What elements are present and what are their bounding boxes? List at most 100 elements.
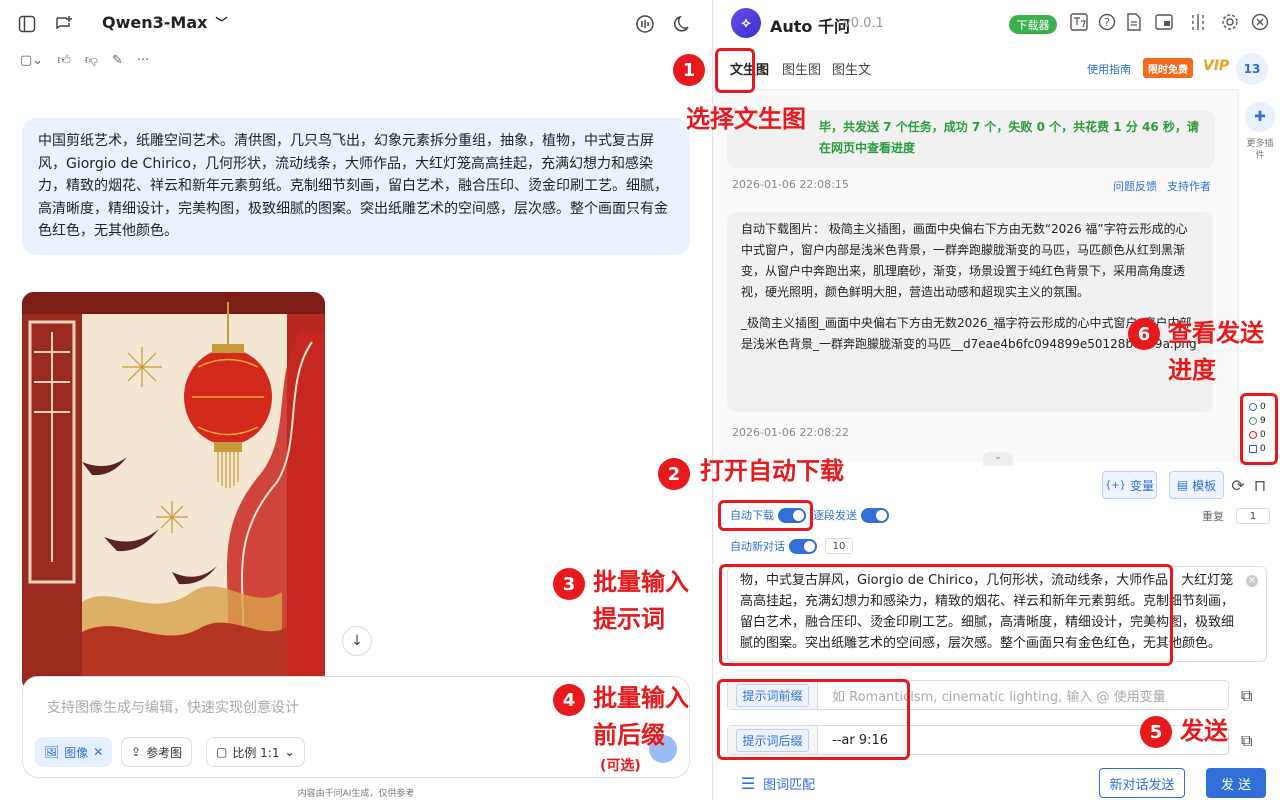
reference-image-button[interactable]: ⇪ 参考图 [121, 737, 193, 767]
guide-link[interactable]: 使用指南 [1087, 61, 1131, 77]
ratio-selector[interactable]: ▢ 比例 1:1 ⌄ [206, 737, 305, 767]
error-icon [1249, 431, 1257, 439]
chevron-down-icon: ⌄ [284, 745, 295, 759]
note-affix-2: 前后缀 [593, 721, 665, 749]
lock-icon[interactable]: ⊓ [1250, 475, 1270, 495]
refresh-icon[interactable]: ⟳ [1228, 475, 1248, 495]
template-label: 模板 [1192, 478, 1217, 493]
tab-image-to-text[interactable]: 图生文 [832, 59, 871, 78]
note-progress-1: 查看发送 [1168, 319, 1264, 347]
suffix-input[interactable]: --ar 9:16 [818, 733, 888, 748]
pending-count: 0 [1260, 402, 1266, 412]
downloader-badge[interactable]: 下载器 [1009, 15, 1057, 34]
image-chip-label: 图像 [64, 745, 89, 760]
send-button[interactable]: 发 送 [1206, 768, 1266, 798]
failed-count: 0 [1260, 430, 1266, 440]
dock-icon[interactable] [1188, 12, 1208, 32]
segment-send-switch[interactable] [861, 507, 889, 523]
document-icon[interactable] [1124, 12, 1144, 32]
auto-new-chat-input[interactable]: 10 [825, 538, 853, 554]
vip-badge[interactable]: VIP [1203, 58, 1229, 74]
pending-counter: 0 [1249, 400, 1271, 414]
counter-badge[interactable]: 13 [1236, 53, 1268, 85]
variable-button[interactable]: {+} 变量 [1102, 471, 1157, 499]
scroll-down-button[interactable]: ↓ [342, 626, 372, 656]
feedback-link[interactable]: 问题反馈 [1113, 178, 1157, 194]
more-plugins-label[interactable]: 更多插件 [1243, 138, 1277, 162]
mode-tabs: 文生图 图生图 图生文 使用指南 限时免费 VIP [713, 46, 1238, 90]
match-button[interactable]: ☰ 图词匹配 [733, 768, 823, 798]
thumbs-up-icon[interactable]: 👍︎ [57, 53, 71, 68]
new-chat-icon[interactable] [53, 13, 75, 35]
status-counters[interactable]: 0 9 0 0 [1246, 396, 1274, 462]
edit-icon[interactable]: ✎ [112, 53, 123, 68]
generated-image[interactable] [22, 292, 325, 692]
more-icon[interactable]: ··· [137, 53, 149, 68]
window-icon[interactable] [1154, 12, 1174, 32]
timestamp: 2026-01-06 22:08:22 [732, 426, 849, 439]
tab-image-to-image[interactable]: 图生图 [782, 59, 821, 78]
composer-input[interactable]: 支持图像生成与编辑，快速实现创意设计 [47, 697, 299, 717]
upload-icon: ⇪ [131, 745, 142, 759]
note-affix-1: 批量输入 [593, 684, 689, 712]
auto-download-switch[interactable] [778, 507, 806, 523]
repeat-input[interactable]: 1 [1236, 508, 1270, 524]
prefix-input[interactable]: 如 Romanticism, cinematic lighting, 输入 @ … [818, 686, 1166, 705]
list-icon: ☰ [740, 773, 756, 793]
repeat-control: 重复 1 [1202, 508, 1270, 524]
dark-mode-icon[interactable] [672, 13, 694, 35]
note-batch-prompt-1: 批量输入 [593, 568, 689, 596]
step-4-badge: 4 [553, 684, 585, 716]
log-area: 毕，共发送 7 个任务，成功 7 个，失败 0 个，共花费 1 分 46 秒，请… [713, 90, 1238, 462]
user-message: 中国剪纸艺术，纸雕空间艺术。清供图，几只鸟飞出，幻象元素拆分重组，抽象，植物，中… [22, 118, 690, 255]
auto-new-chat-toggle[interactable]: 自动新对话 10 [730, 538, 853, 554]
plugin-icon[interactable]: ✚ [1245, 102, 1275, 132]
prefix-label-box: 提示词前缀 [728, 681, 818, 709]
ratio-icon: ▢ [216, 745, 228, 759]
success-count: 9 [1260, 416, 1266, 426]
footer-disclaimer: 内容由千问AI生成，仅供参考 [297, 789, 415, 799]
close-icon[interactable] [1250, 12, 1270, 32]
model-name: Qwen3-Max [102, 13, 208, 32]
batch-prompt-textarea[interactable]: 物，中式复古屏风，Giorgio de Chirico，几何形状，流动线条，大师… [727, 566, 1267, 662]
panel-header: ⟡ Auto 千问 v0.0.1 下载器 ? [713, 0, 1280, 46]
result-text: 毕，共发送 7 个任务，成功 7 个，失败 0 个，共花费 1 分 46 秒，请… [819, 120, 1199, 155]
prefix-row: 提示词前缀 如 Romanticism, cinematic lighting,… [727, 680, 1229, 710]
log-links: 问题反馈 支持作者 [1113, 178, 1211, 194]
segment-send-toggle[interactable]: 逐段发送 [813, 507, 889, 523]
match-label: 图词匹配 [763, 777, 816, 793]
auto-new-chat-label: 自动新对话 [730, 540, 785, 553]
auto-new-chat-switch[interactable] [789, 538, 817, 554]
controls: {+} 变量 ▤ 模板 ⟳ ⊓ 自动下载 逐段发送 重复 1 自动新对话 10 … [713, 466, 1280, 800]
collapse-icon[interactable]: ⌄ [983, 452, 1013, 466]
new-chat-send-button[interactable]: 新对话发送 [1099, 768, 1185, 798]
clear-icon[interactable]: ✕ [1246, 575, 1258, 587]
repeat-label: 重复 [1202, 510, 1224, 523]
app-title: Auto 千问 [770, 17, 850, 36]
support-author-link[interactable]: 支持作者 [1167, 178, 1211, 194]
note-send: 发送 [1180, 717, 1228, 745]
svg-text:?: ? [1104, 16, 1110, 29]
docs-counter: 0 [1249, 442, 1271, 456]
prefix-copy-icon[interactable]: ⧉ [1241, 686, 1263, 706]
timestamp: 2026-01-06 22:08:15 [732, 178, 849, 191]
thumbs-down-icon[interactable]: 👎︎ [85, 53, 98, 68]
tab-text-to-image[interactable]: 文生图 [730, 59, 769, 78]
download-message: 自动下载图片： 极简主义插图，画面中央偏右下方由无数“2026 福”字符云形成的… [727, 212, 1213, 412]
share-icon[interactable] [634, 13, 656, 35]
template-icon: ▤ [1176, 478, 1189, 492]
image-mode-chip[interactable]: 🖼︎ 图像 ✕ [35, 737, 113, 767]
translate-icon[interactable] [1069, 12, 1089, 32]
step-6-badge: 6 [1128, 318, 1160, 350]
model-selector[interactable]: Qwen3-Max ﹀ [102, 13, 227, 32]
gear-icon[interactable] [1220, 12, 1240, 32]
close-icon[interactable]: ✕ [93, 745, 103, 759]
template-button[interactable]: ▤ 模板 [1169, 471, 1224, 499]
auto-download-toggle[interactable]: 自动下载 [730, 507, 806, 523]
sidebar-toggle-icon[interactable] [16, 13, 38, 35]
copy-icon[interactable]: ▢⌄ [20, 53, 43, 68]
suffix-copy-icon[interactable]: ⧉ [1241, 731, 1263, 751]
app-logo-icon: ⟡ [731, 8, 761, 38]
segment-send-label: 逐段发送 [813, 509, 857, 522]
help-icon[interactable]: ? [1097, 12, 1117, 32]
